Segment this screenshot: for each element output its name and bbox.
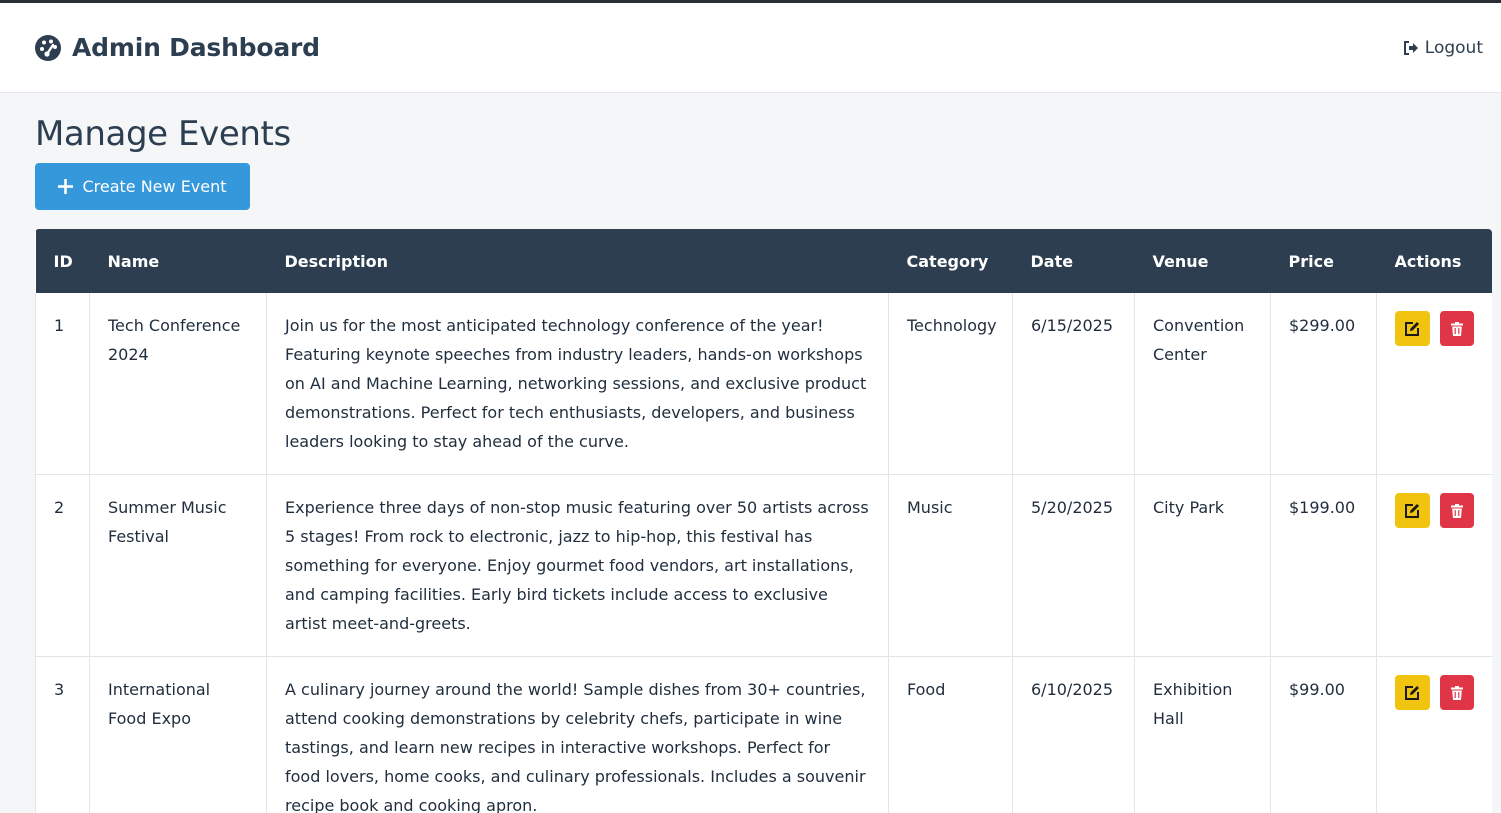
cell-name: International Food Expo	[89, 656, 267, 813]
cell-description: Experience three days of non-stop music …	[266, 474, 889, 657]
row-actions	[1395, 675, 1474, 710]
cell-id: 2	[35, 474, 90, 657]
trash-icon	[1449, 503, 1465, 519]
main-content: Manage Events Create New Event ID Name D…	[0, 93, 1501, 813]
edit-button[interactable]	[1395, 493, 1430, 528]
cell-description: Join us for the most anticipated technol…	[266, 293, 889, 475]
cell-category: Technology	[888, 293, 1013, 475]
column-header-id[interactable]: ID	[36, 229, 90, 293]
cell-price: $199.00	[1270, 474, 1377, 657]
column-header-category[interactable]: Category	[889, 229, 1013, 293]
delete-button[interactable]	[1439, 493, 1474, 528]
logout-label: Logout	[1424, 37, 1483, 58]
create-event-label: Create New Event	[82, 177, 227, 196]
cell-id: 1	[35, 293, 90, 475]
cell-name: Summer Music Festival	[89, 474, 267, 657]
sign-out-icon	[1402, 39, 1420, 57]
cell-price: $99.00	[1270, 656, 1377, 813]
cell-description: A culinary journey around the world! Sam…	[266, 656, 889, 813]
navbar: Admin Dashboard Logout	[0, 3, 1501, 93]
cell-venue: City Park	[1134, 474, 1271, 657]
tachometer-icon	[34, 34, 62, 62]
cell-category: Food	[888, 656, 1013, 813]
delete-button[interactable]	[1439, 675, 1474, 710]
table-row: 1 Tech Conference 2024 Join us for the m…	[35, 293, 1492, 475]
cell-category: Music	[888, 474, 1013, 657]
column-header-description[interactable]: Description	[267, 229, 889, 293]
create-event-button[interactable]: Create New Event	[35, 163, 250, 210]
edit-icon	[1404, 685, 1420, 701]
row-actions	[1395, 493, 1474, 528]
logout-button[interactable]: Logout	[1402, 38, 1483, 58]
edit-button[interactable]	[1395, 311, 1430, 346]
column-header-name[interactable]: Name	[90, 229, 267, 293]
column-header-venue[interactable]: Venue	[1135, 229, 1271, 293]
cell-date: 5/20/2025	[1012, 474, 1135, 657]
events-table-container: ID Name Description Category Date Venue …	[35, 229, 1492, 813]
trash-icon	[1449, 685, 1465, 701]
cell-price: $299.00	[1270, 293, 1377, 475]
cell-actions	[1376, 474, 1492, 657]
brand[interactable]: Admin Dashboard	[34, 33, 320, 62]
cell-venue: Convention Center	[1134, 293, 1271, 475]
plus-icon	[58, 179, 74, 194]
trash-icon	[1449, 321, 1465, 337]
column-header-date[interactable]: Date	[1013, 229, 1135, 293]
column-header-actions: Actions	[1394, 251, 1462, 271]
cell-id: 3	[35, 656, 90, 813]
cell-actions	[1376, 293, 1492, 475]
app-title: Admin Dashboard	[72, 33, 320, 62]
cell-name: Tech Conference 2024	[89, 293, 267, 475]
edit-icon	[1404, 503, 1420, 519]
table-row: 3 International Food Expo A culinary jou…	[35, 656, 1492, 813]
table-row: 2 Summer Music Festival Experience three…	[35, 474, 1492, 657]
cell-date: 6/10/2025	[1012, 656, 1135, 813]
column-header-price[interactable]: Price	[1271, 229, 1377, 293]
table-header-row: ID Name Description Category Date Venue …	[35, 229, 1492, 293]
events-table: ID Name Description Category Date Venue …	[35, 229, 1492, 813]
page-title: Manage Events	[35, 114, 291, 154]
edit-button[interactable]	[1395, 675, 1430, 710]
delete-button[interactable]	[1439, 311, 1474, 346]
row-actions	[1395, 311, 1474, 346]
cell-date: 6/15/2025	[1012, 293, 1135, 475]
cell-actions	[1376, 656, 1492, 813]
edit-icon	[1404, 321, 1420, 337]
cell-venue: Exhibition Hall	[1134, 656, 1271, 813]
